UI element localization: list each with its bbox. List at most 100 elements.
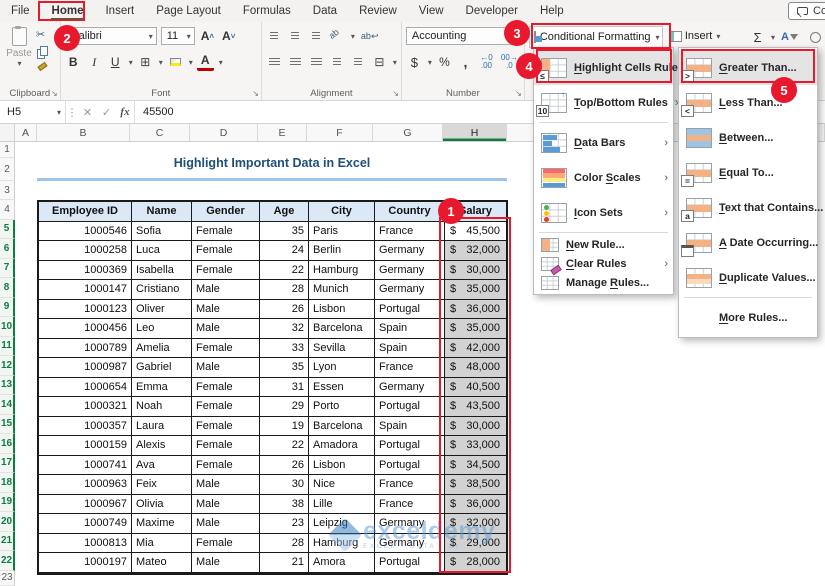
cell-age[interactable]: 19 bbox=[260, 417, 309, 437]
font-color-dropdown-arrow[interactable]: ▾ bbox=[219, 58, 223, 67]
cell-salary[interactable]: $32,000 bbox=[445, 241, 506, 261]
cell-name[interactable]: Mia bbox=[132, 534, 192, 554]
increase-decimal-button[interactable]: ←0.00 bbox=[478, 53, 495, 71]
format-painter-icon[interactable] bbox=[36, 59, 48, 74]
menu-item-manage-rules[interactable]: Manage Rules... bbox=[534, 273, 673, 292]
tab-data[interactable]: Data bbox=[302, 2, 348, 21]
fill-color-button[interactable] bbox=[167, 53, 184, 71]
cell-id[interactable]: 1000967 bbox=[39, 495, 132, 515]
cell-age[interactable]: 30 bbox=[260, 475, 309, 495]
cell-salary[interactable]: $40,500 bbox=[445, 378, 506, 398]
column-header-H[interactable]: H bbox=[443, 124, 507, 141]
cell-country[interactable]: Portugal bbox=[375, 456, 445, 476]
tab-insert[interactable]: Insert bbox=[94, 2, 145, 21]
column-header-C[interactable]: C bbox=[130, 124, 190, 141]
menu-item-highlight-cells-rules[interactable]: ≤Highlight Cells Rules› bbox=[534, 50, 673, 85]
center-button[interactable] bbox=[287, 53, 304, 71]
cell-name[interactable]: Cristiano bbox=[132, 280, 192, 300]
number-format-combo[interactable]: Accounting ▾ bbox=[406, 27, 514, 45]
cell-id[interactable]: 1000749 bbox=[39, 514, 132, 534]
menu-item-duplicate-values[interactable]: Duplicate Values... bbox=[679, 260, 817, 295]
cell-age[interactable]: 26 bbox=[260, 456, 309, 476]
cell-name[interactable]: Gabriel bbox=[132, 358, 192, 378]
cell-gender[interactable]: Female bbox=[192, 241, 260, 261]
cell-salary[interactable]: $36,000 bbox=[445, 495, 506, 515]
tab-review[interactable]: Review bbox=[348, 2, 408, 21]
cell-age[interactable]: 22 bbox=[260, 436, 309, 456]
cell-salary[interactable]: $36,000 bbox=[445, 300, 506, 320]
row-header-22[interactable]: 22 bbox=[0, 551, 15, 571]
cell-country[interactable]: Germany bbox=[375, 280, 445, 300]
row-header-14[interactable]: 14 bbox=[0, 395, 15, 415]
cell-country[interactable]: Portugal bbox=[375, 397, 445, 417]
cell-id[interactable]: 1000123 bbox=[39, 300, 132, 320]
cell-name[interactable]: Luca bbox=[132, 241, 192, 261]
cell-id[interactable]: 1000197 bbox=[39, 553, 132, 573]
cell-gender[interactable]: Female bbox=[192, 456, 260, 476]
cell-name[interactable]: Olivia bbox=[132, 495, 192, 515]
cell-salary[interactable]: $30,000 bbox=[445, 261, 506, 281]
row-header-9[interactable]: 9 bbox=[0, 298, 15, 318]
italic-button[interactable]: I bbox=[86, 53, 103, 71]
paste-button[interactable]: Paste ▾ bbox=[4, 25, 34, 86]
cell-salary[interactable]: $28,000 bbox=[445, 553, 506, 573]
cell-country[interactable]: Germany bbox=[375, 261, 445, 281]
cell-salary[interactable]: $29,000 bbox=[445, 534, 506, 554]
cell-id[interactable]: 1000987 bbox=[39, 358, 132, 378]
cell-city[interactable]: Hamburg bbox=[309, 261, 375, 281]
cell-city[interactable]: Barcelona bbox=[309, 417, 375, 437]
row-header-23[interactable]: 23 bbox=[0, 571, 15, 586]
row-header-13[interactable]: 13 bbox=[0, 376, 15, 396]
tab-file[interactable]: File bbox=[0, 2, 41, 21]
alignment-dialog-launcher[interactable]: ↘ bbox=[392, 89, 399, 98]
autosum-dropdown-arrow[interactable]: ▾ bbox=[771, 33, 775, 42]
cell-country[interactable]: Spain bbox=[375, 339, 445, 359]
tab-page-layout[interactable]: Page Layout bbox=[145, 2, 232, 21]
cell-city[interactable]: Porto bbox=[309, 397, 375, 417]
font-dialog-launcher[interactable]: ↘ bbox=[252, 89, 259, 98]
cell-gender[interactable]: Male bbox=[192, 280, 260, 300]
cell-id[interactable]: 1000147 bbox=[39, 280, 132, 300]
fill-color-dropdown-arrow[interactable]: ▾ bbox=[189, 58, 193, 67]
cell-name[interactable]: Sofia bbox=[132, 222, 192, 242]
percent-style-button[interactable]: % bbox=[436, 53, 453, 71]
cell-gender[interactable]: Female bbox=[192, 417, 260, 437]
tab-developer[interactable]: Developer bbox=[455, 2, 529, 21]
cell-id[interactable]: 1000321 bbox=[39, 397, 132, 417]
orientation-dropdown-arrow[interactable]: ▾ bbox=[351, 32, 355, 41]
cell-country[interactable]: France bbox=[375, 495, 445, 515]
font-size-combo[interactable]: 11 ▾ bbox=[161, 27, 195, 45]
cell-country[interactable]: Portugal bbox=[375, 436, 445, 456]
bottom-align-button[interactable] bbox=[308, 27, 325, 45]
cell-country[interactable]: Germany bbox=[375, 241, 445, 261]
cell-gender[interactable]: Female bbox=[192, 397, 260, 417]
cell-country[interactable]: Spain bbox=[375, 319, 445, 339]
row-header-6[interactable]: 6 bbox=[0, 239, 15, 259]
merge-center-dropdown-arrow[interactable]: ▾ bbox=[393, 58, 397, 67]
wrap-text-button[interactable]: ab↩ bbox=[359, 27, 381, 45]
menu-item-text-that-contains[interactable]: aText that Contains... bbox=[679, 190, 817, 225]
row-header-8[interactable]: 8 bbox=[0, 278, 15, 298]
row-header-16[interactable]: 16 bbox=[0, 434, 15, 454]
cell-age[interactable]: 35 bbox=[260, 358, 309, 378]
cell-age[interactable]: 26 bbox=[260, 300, 309, 320]
cell-city[interactable]: Nice bbox=[309, 475, 375, 495]
cell-age[interactable]: 28 bbox=[260, 280, 309, 300]
cell-age[interactable]: 31 bbox=[260, 378, 309, 398]
menu-item-top-bottom-rules[interactable]: 10↑Top/Bottom Rules› bbox=[534, 85, 673, 120]
cell-salary[interactable]: $34,500 bbox=[445, 456, 506, 476]
cell-city[interactable]: Sevilla bbox=[309, 339, 375, 359]
borders-dropdown-arrow[interactable]: ▾ bbox=[159, 58, 163, 67]
comma-style-button[interactable]: , bbox=[457, 53, 474, 71]
menu-item-new-rule[interactable]: New Rule... bbox=[534, 235, 673, 254]
cell-age[interactable]: 28 bbox=[260, 534, 309, 554]
align-left-button[interactable] bbox=[266, 53, 283, 71]
middle-align-button[interactable] bbox=[287, 27, 304, 45]
cell-id[interactable]: 1000159 bbox=[39, 436, 132, 456]
cell-city[interactable]: Barcelona bbox=[309, 319, 375, 339]
cell-id[interactable]: 1000741 bbox=[39, 456, 132, 476]
cell-gender[interactable]: Female bbox=[192, 378, 260, 398]
cell-gender[interactable]: Female bbox=[192, 261, 260, 281]
row-header-21[interactable]: 21 bbox=[0, 532, 15, 552]
cell-name[interactable]: Emma bbox=[132, 378, 192, 398]
